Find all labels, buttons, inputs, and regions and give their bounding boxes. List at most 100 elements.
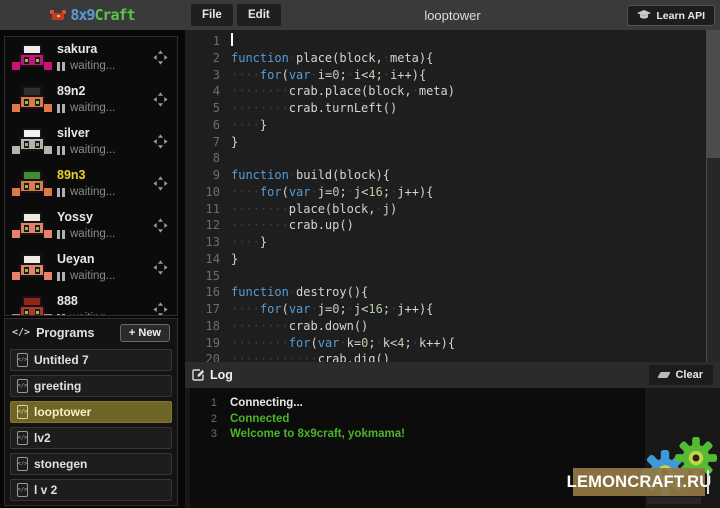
- code-line[interactable]: 15: [185, 268, 720, 285]
- code-token: crab.turnLeft(): [289, 100, 397, 117]
- crab-avatar: [12, 128, 52, 156]
- program-item[interactable]: </>looptower: [10, 401, 172, 423]
- code-token: j): [383, 201, 397, 218]
- code-line[interactable]: 8: [185, 150, 720, 167]
- clear-log-button[interactable]: Clear: [649, 365, 713, 385]
- code-line[interactable]: 13····}: [185, 234, 720, 251]
- player-row[interactable]: 89n2waiting...: [5, 79, 177, 121]
- code-line[interactable]: 11········place(block,·j): [185, 201, 720, 218]
- code-line[interactable]: 6····}: [185, 117, 720, 134]
- program-item[interactable]: </>stonegen: [10, 453, 172, 475]
- code-line[interactable]: 18········crab.down(): [185, 318, 720, 335]
- whitespace-dots: ·: [311, 301, 318, 318]
- editor-scrollbar[interactable]: [706, 30, 720, 362]
- program-item[interactable]: </>Untitled 7: [10, 349, 172, 371]
- program-file-icon: </>: [17, 353, 28, 367]
- code-line[interactable]: 2function·place(block,·meta){: [185, 50, 720, 67]
- line-number: 12: [185, 217, 231, 234]
- move-icon[interactable]: [153, 218, 168, 233]
- player-row[interactable]: sakurawaiting...: [5, 37, 177, 79]
- move-icon[interactable]: [153, 50, 168, 65]
- player-row[interactable]: Ueyanwaiting...: [5, 247, 177, 289]
- keyword-token: var: [318, 335, 340, 352]
- learn-api-button[interactable]: Learn API: [627, 5, 715, 26]
- code-line[interactable]: 17····for(var·j=0;·j<16;·j++){: [185, 301, 720, 318]
- number-token: 4: [368, 67, 375, 84]
- line-number: 4: [185, 83, 231, 100]
- player-row[interactable]: Yossywaiting...: [5, 205, 177, 247]
- code-line[interactable]: 12········crab.up(): [185, 217, 720, 234]
- code-line[interactable]: 16function·destroy(){: [185, 284, 720, 301]
- watermark-text: LEMONCRAFT.RU: [567, 473, 712, 492]
- line-number: 5: [185, 100, 231, 117]
- code-line[interactable]: 9function·build(block){: [185, 167, 720, 184]
- keyword-token: for: [260, 301, 282, 318]
- line-number: 11: [185, 201, 231, 218]
- code-line[interactable]: 7}: [185, 134, 720, 151]
- whitespace-dots: ·: [412, 335, 419, 352]
- log-entry: 3Welcome to 8x9craft, yokmama!: [190, 427, 645, 443]
- program-file-icon: </>: [17, 379, 28, 393]
- code-line[interactable]: 5········crab.turnLeft(): [185, 100, 720, 117]
- scrollbar-thumb[interactable]: [707, 30, 720, 158]
- code-token: crab.dig(): [318, 351, 390, 362]
- code-token: k<: [383, 335, 397, 352]
- keyword-token: var: [289, 301, 311, 318]
- player-row[interactable]: 89n3waiting...: [5, 163, 177, 205]
- code-token: }: [260, 234, 267, 251]
- log-line-number: 2: [190, 412, 230, 428]
- move-icon[interactable]: [153, 302, 168, 316]
- code-token: ;: [383, 184, 390, 201]
- line-number: 1: [185, 33, 231, 50]
- log-line-number: 1: [190, 396, 230, 412]
- number-token: 4: [397, 335, 404, 352]
- whitespace-dots: ·: [347, 184, 354, 201]
- whitespace-dots: ········: [231, 217, 289, 234]
- move-icon[interactable]: [153, 134, 168, 149]
- whitespace-dots: ·: [412, 83, 419, 100]
- line-number: 20: [185, 351, 231, 362]
- code-line[interactable]: 4········crab.place(block,·meta): [185, 83, 720, 100]
- code-token: (: [282, 67, 289, 84]
- code-line[interactable]: 10····for(var·j=0;·j<16;·j++){: [185, 184, 720, 201]
- whitespace-dots: ·: [383, 50, 390, 67]
- programs-list: </>Untitled 7</>greeting</>looptower</>l…: [5, 346, 177, 508]
- code-line[interactable]: 20············crab.dig(): [185, 351, 720, 362]
- move-icon[interactable]: [153, 260, 168, 275]
- line-number: 15: [185, 268, 231, 285]
- file-menu-button[interactable]: File: [191, 4, 233, 26]
- code-line[interactable]: 19········for(var·k=0;·k<4;·k++){: [185, 335, 720, 352]
- pause-icon: [57, 272, 65, 281]
- keyword-token: var: [289, 67, 311, 84]
- crab-avatar: [12, 170, 52, 198]
- code-line[interactable]: 1: [185, 33, 720, 50]
- code-line[interactable]: 14}: [185, 251, 720, 268]
- left-sidebar: sakurawaiting...89n2waiting...silverwait…: [0, 30, 185, 508]
- whitespace-dots: ·: [390, 184, 397, 201]
- new-program-button[interactable]: + New: [120, 324, 170, 342]
- line-number: 14: [185, 251, 231, 268]
- move-icon[interactable]: [153, 176, 168, 191]
- line-number: 19: [185, 335, 231, 352]
- code-line[interactable]: 3····for(var·i=0;·i<4;·i++){: [185, 67, 720, 84]
- log-edit-icon: [192, 369, 204, 381]
- crab-avatar: [12, 212, 52, 240]
- program-item[interactable]: </>lv2: [10, 427, 172, 449]
- player-row[interactable]: silverwaiting...: [5, 121, 177, 163]
- programs-panel: </> Programs + New </>Untitled 7</>greet…: [4, 318, 178, 506]
- top-menubar: 8x9Craft File Edit looptower Learn API: [0, 0, 720, 30]
- code-editor[interactable]: 12function·place(block,·meta){3····for(v…: [185, 30, 720, 362]
- player-row[interactable]: 888waiting...: [5, 289, 177, 316]
- move-icon[interactable]: [153, 92, 168, 107]
- line-number: 7: [185, 134, 231, 151]
- whitespace-dots: ·: [339, 335, 346, 352]
- graduation-cap-icon: [637, 10, 651, 21]
- pause-icon: [57, 146, 65, 155]
- line-number: 18: [185, 318, 231, 335]
- eraser-icon: [658, 372, 671, 378]
- edit-menu-button[interactable]: Edit: [237, 4, 281, 26]
- program-label: greeting: [34, 379, 81, 393]
- program-item[interactable]: </>l v 2: [10, 479, 172, 501]
- program-item[interactable]: </> greeting: [10, 375, 172, 397]
- code-token: }: [231, 134, 238, 151]
